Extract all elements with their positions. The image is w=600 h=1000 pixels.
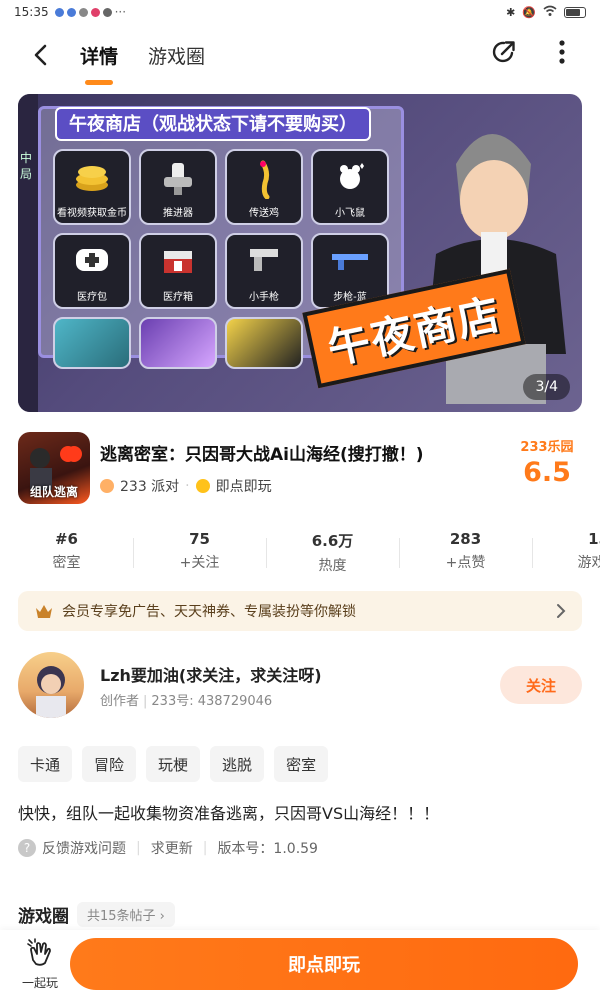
stats-row: #6 密室 75 +关注 6.6万 热度 283 +点赞 15 游戏帖 [0, 530, 600, 578]
tag-meme[interactable]: 玩梗 [146, 746, 201, 782]
tag-escape[interactable]: 逃脱 [210, 746, 265, 782]
party-icon [100, 479, 114, 493]
side-label: 中局 [20, 151, 33, 181]
notification-icons: ··· [54, 5, 126, 19]
creator-name[interactable]: Lzh要加油(求关注，求关注呀) [100, 662, 322, 686]
shop-item-partial-3 [225, 317, 303, 369]
play-together-button[interactable]: 一起玩 [14, 938, 66, 991]
shop-item-chicken: 传送鸡 [225, 149, 303, 225]
shop-item-flying-mouse: 小飞鼠 [311, 149, 389, 225]
status-bar: 15:35 ··· ✱ 🔕 [0, 0, 600, 24]
battery-icon [564, 6, 586, 18]
follow-button[interactable]: 关注 [500, 666, 582, 704]
flying-mouse-icon [313, 159, 387, 204]
tag-adventure[interactable]: 冒险 [82, 746, 137, 782]
rating-brand: 233乐园 [520, 440, 574, 455]
share-button[interactable] [486, 34, 522, 70]
section-title: 游戏圈 [18, 907, 69, 927]
feedback-row: ? 反馈游戏问题 | 求更新 | 版本号：1.0.59 [18, 838, 318, 858]
tag-list: 卡通 冒险 玩梗 逃脱 密室 [18, 746, 329, 782]
chevron-right-icon [557, 604, 566, 618]
creator-role: 创作者 [100, 694, 140, 709]
shop-item-medbox: 医疗箱 [139, 233, 217, 309]
coins-icon [55, 159, 129, 204]
game-meta: 233 派对 · 即点即玩 [100, 476, 272, 496]
tag-room[interactable]: 密室 [274, 746, 329, 782]
rating-box: 233乐园 6.5 [512, 436, 582, 488]
instant-play-label: 即点即玩 [215, 479, 272, 495]
tag-cartoon[interactable]: 卡通 [18, 746, 73, 782]
thruster-icon [141, 159, 215, 208]
posts-count-link[interactable]: 共15条帖子 › [77, 902, 175, 927]
bottom-bar: 一起玩 即点即玩 [0, 930, 600, 1000]
rifle-icon [313, 243, 387, 283]
back-button[interactable] [18, 33, 62, 77]
more-button[interactable] [544, 34, 580, 70]
game-description: 快快，组队一起收集物资准备逃离，只因哥VS山海经！！！ [18, 804, 440, 823]
help-icon: ? [18, 839, 36, 857]
vip-text: 会员专享免广告、天天神券、专属装扮等你解锁 [62, 604, 356, 620]
game-icon-caption: 组队逃离 [29, 485, 78, 499]
carousel-counter: 3/4 [523, 374, 570, 400]
wifi-icon [543, 5, 557, 20]
game-circle-section: 游戏圈 共15条帖子 › [18, 902, 175, 927]
screenshot-carousel[interactable]: 中局 午夜商店（观战状态下请不要购买） 看视频获取金币 推进器 传送鸡 小飞鼠 [18, 94, 582, 412]
chicken-icon [227, 159, 301, 208]
creator-avatar[interactable] [18, 652, 84, 718]
crown-icon [36, 605, 52, 618]
clap-hands-icon [27, 938, 51, 966]
party-label: 233 派对 [120, 479, 180, 495]
shop-item-thruster: 推进器 [139, 149, 217, 225]
stat-posts[interactable]: 15 游戏帖 [532, 530, 600, 578]
stat-heat: 6.6万 热度 [266, 530, 399, 578]
shop-item-pistol: 小手枪 [225, 233, 303, 309]
medkit-icon [55, 243, 129, 284]
shop-item-coins: 看视频获取金币 [53, 149, 131, 225]
vip-banner[interactable]: 会员专享免广告、天天神券、专属装扮等你解锁 [18, 591, 582, 631]
bluetooth-icon: ✱ [506, 5, 516, 19]
stat-like[interactable]: 283 +点赞 [399, 530, 532, 578]
stat-rank[interactable]: #6 密室 [0, 530, 133, 578]
medbox-icon [141, 243, 215, 286]
pistol-icon [227, 243, 301, 284]
game-icon: 组队逃离 [18, 432, 90, 504]
instant-play-icon [195, 479, 210, 493]
game-title: 逃离密室：只因哥大战Ai山海经(搜打撤！) [100, 445, 424, 465]
play-together-label: 一起玩 [21, 976, 58, 990]
rating-value: 6.5 [523, 457, 571, 488]
shop-title: 午夜商店（观战状态下请不要购买） [55, 107, 371, 141]
game-info: 组队逃离 逃离密室：只因哥大战Ai山海经(搜打撤！) 233 派对 · 即点即玩… [18, 432, 582, 508]
play-now-button[interactable]: 即点即玩 [70, 938, 578, 990]
shop-item-partial-2 [139, 317, 217, 369]
share-icon [492, 41, 515, 63]
status-time: 15:35 [14, 5, 49, 19]
more-vertical-icon [559, 40, 565, 64]
creator-id: 233号: 438729046 [151, 694, 273, 709]
version-label: 版本号：1.0.59 [217, 841, 318, 857]
shop-item-medkit: 医疗包 [53, 233, 131, 309]
creator-card: Lzh要加油(求关注，求关注呀) 创作者 | 233号: 438729046 关注 [18, 652, 582, 722]
shop-item-partial-1 [53, 317, 131, 369]
creator-sub: 创作者 | 233号: 438729046 [100, 694, 273, 709]
top-navigation: 详情 游戏圈 [0, 28, 600, 82]
request-update-link[interactable]: 求更新 [151, 838, 193, 858]
mute-icon: 🔕 [522, 5, 536, 19]
stat-follow[interactable]: 75 +关注 [133, 530, 266, 578]
chevron-left-icon [34, 44, 47, 66]
report-issue-link[interactable]: 反馈游戏问题 [42, 838, 126, 858]
tab-game-circle[interactable]: 游戏圈 [144, 36, 209, 75]
tab-details[interactable]: 详情 [76, 36, 122, 75]
